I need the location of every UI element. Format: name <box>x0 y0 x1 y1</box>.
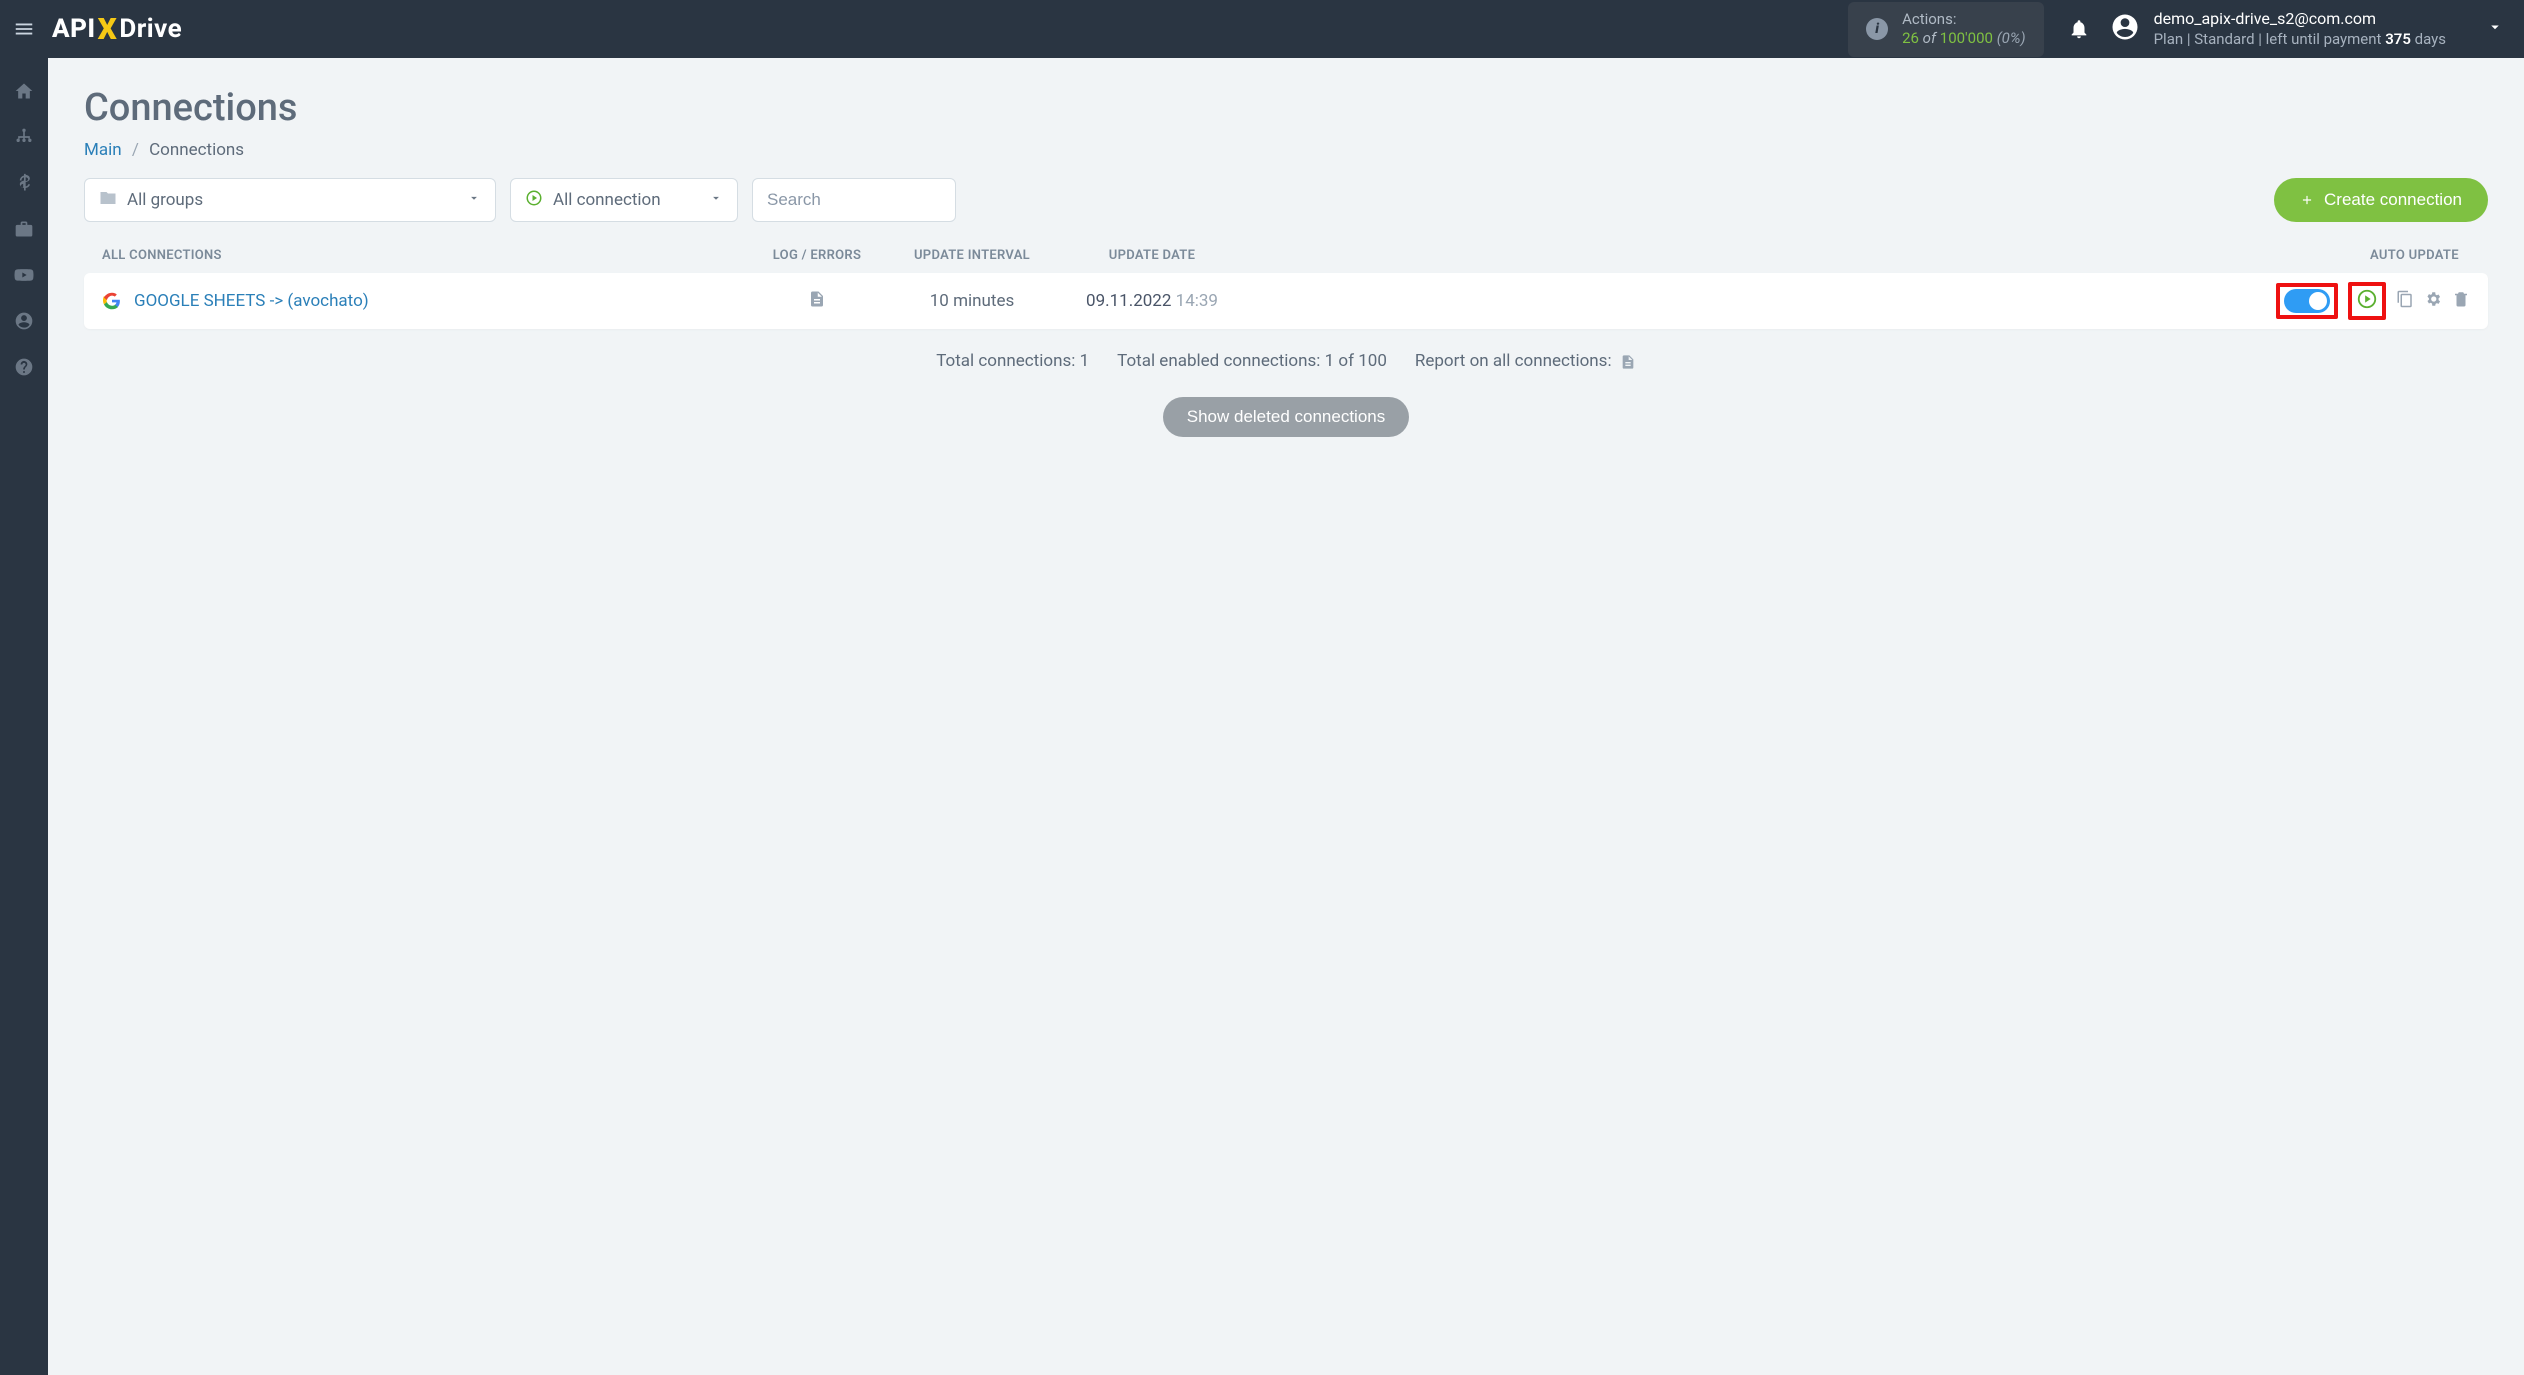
user-avatar-icon <box>2110 12 2140 46</box>
table-header: ALL CONNECTIONS LOG / ERRORS UPDATE INTE… <box>84 238 2488 273</box>
stats-row: Total connections: 1 Total enabled conne… <box>84 351 2488 371</box>
nav-help[interactable] <box>0 344 48 390</box>
filter-status[interactable]: All connection <box>510 178 738 222</box>
sidebar <box>0 58 48 1375</box>
user-plan: Plan | Standard | left until payment 375… <box>2154 30 2446 50</box>
create-connection-label: Create connection <box>2324 190 2462 210</box>
actions-of: of <box>1923 29 1936 47</box>
report-icon[interactable] <box>1616 351 1636 371</box>
breadcrumb-current: Connections <box>149 140 244 160</box>
menu-toggle[interactable] <box>0 0 48 58</box>
delete-button[interactable] <box>2452 290 2470 312</box>
th-interval: UPDATE INTERVAL <box>892 248 1052 263</box>
info-icon: i <box>1866 18 1888 40</box>
filter-status-label: All connection <box>553 190 661 210</box>
user-email: demo_apix-drive_s2@com.com <box>2154 9 2446 30</box>
nav-toolbox[interactable] <box>0 206 48 252</box>
play-circle-icon <box>525 189 543 212</box>
nav-home[interactable] <box>0 68 48 114</box>
settings-button[interactable] <box>2424 290 2442 312</box>
main-content: Connections Main / Connections All group… <box>48 58 2524 1375</box>
actions-label: Actions: <box>1902 10 2026 30</box>
breadcrumb: Main / Connections <box>84 140 2488 160</box>
highlight-toggle <box>2276 283 2338 319</box>
auto-update-toggle[interactable] <box>2284 289 2330 313</box>
notifications-icon[interactable] <box>2068 18 2090 40</box>
update-date: 09.11.2022 14:39 <box>1052 291 1252 311</box>
filter-groups-label: All groups <box>127 190 203 210</box>
connection-link[interactable]: GOOGLE SHEETS -> (avochato) <box>134 291 369 311</box>
breadcrumb-main[interactable]: Main <box>84 140 122 160</box>
copy-button[interactable] <box>2396 290 2414 312</box>
chevron-down-icon <box>467 190 481 210</box>
show-deleted-button[interactable]: Show deleted connections <box>1163 397 1409 437</box>
page-title: Connections <box>84 86 2488 130</box>
stat-total: Total connections: 1 <box>936 351 1089 371</box>
nav-connections[interactable] <box>0 114 48 160</box>
th-auto: AUTO UPDATE <box>2370 248 2470 263</box>
actions-total: 100'000 <box>1940 29 1993 47</box>
nav-billing[interactable] <box>0 160 48 206</box>
topbar: APIXDrive i Actions: 26 of 100'000 (0%) … <box>0 0 2524 58</box>
th-log: LOG / ERRORS <box>742 248 892 263</box>
nav-videos[interactable] <box>0 252 48 298</box>
highlight-run <box>2348 282 2386 320</box>
filter-groups[interactable]: All groups <box>84 178 496 222</box>
search-input[interactable] <box>767 190 941 210</box>
plus-icon <box>2300 193 2314 207</box>
filters-row: All groups All connection Create connect… <box>84 178 2488 222</box>
folder-icon <box>99 189 117 212</box>
run-now-button[interactable] <box>2356 288 2378 314</box>
google-icon <box>102 291 122 311</box>
nav-account[interactable] <box>0 298 48 344</box>
search-field[interactable] <box>752 178 956 222</box>
stat-report: Report on all connections: <box>1415 351 1636 371</box>
logo[interactable]: APIXDrive <box>52 12 182 47</box>
actions-used: 26 <box>1902 29 1919 47</box>
stat-enabled: Total enabled connections: 1 of 100 <box>1117 351 1387 371</box>
log-button[interactable] <box>742 289 892 313</box>
actions-pct: (0%) <box>1997 29 2026 47</box>
th-date: UPDATE DATE <box>1052 248 1252 263</box>
update-interval: 10 minutes <box>892 291 1052 311</box>
chevron-down-icon <box>2486 18 2504 40</box>
user-menu[interactable]: demo_apix-drive_s2@com.com Plan | Standa… <box>2110 9 2504 49</box>
chevron-down-icon <box>709 190 723 210</box>
actions-counter[interactable]: i Actions: 26 of 100'000 (0%) <box>1848 2 2044 57</box>
create-connection-button[interactable]: Create connection <box>2274 178 2488 222</box>
connection-row: GOOGLE SHEETS -> (avochato) 10 minutes 0… <box>84 273 2488 329</box>
th-all: ALL CONNECTIONS <box>102 248 742 263</box>
